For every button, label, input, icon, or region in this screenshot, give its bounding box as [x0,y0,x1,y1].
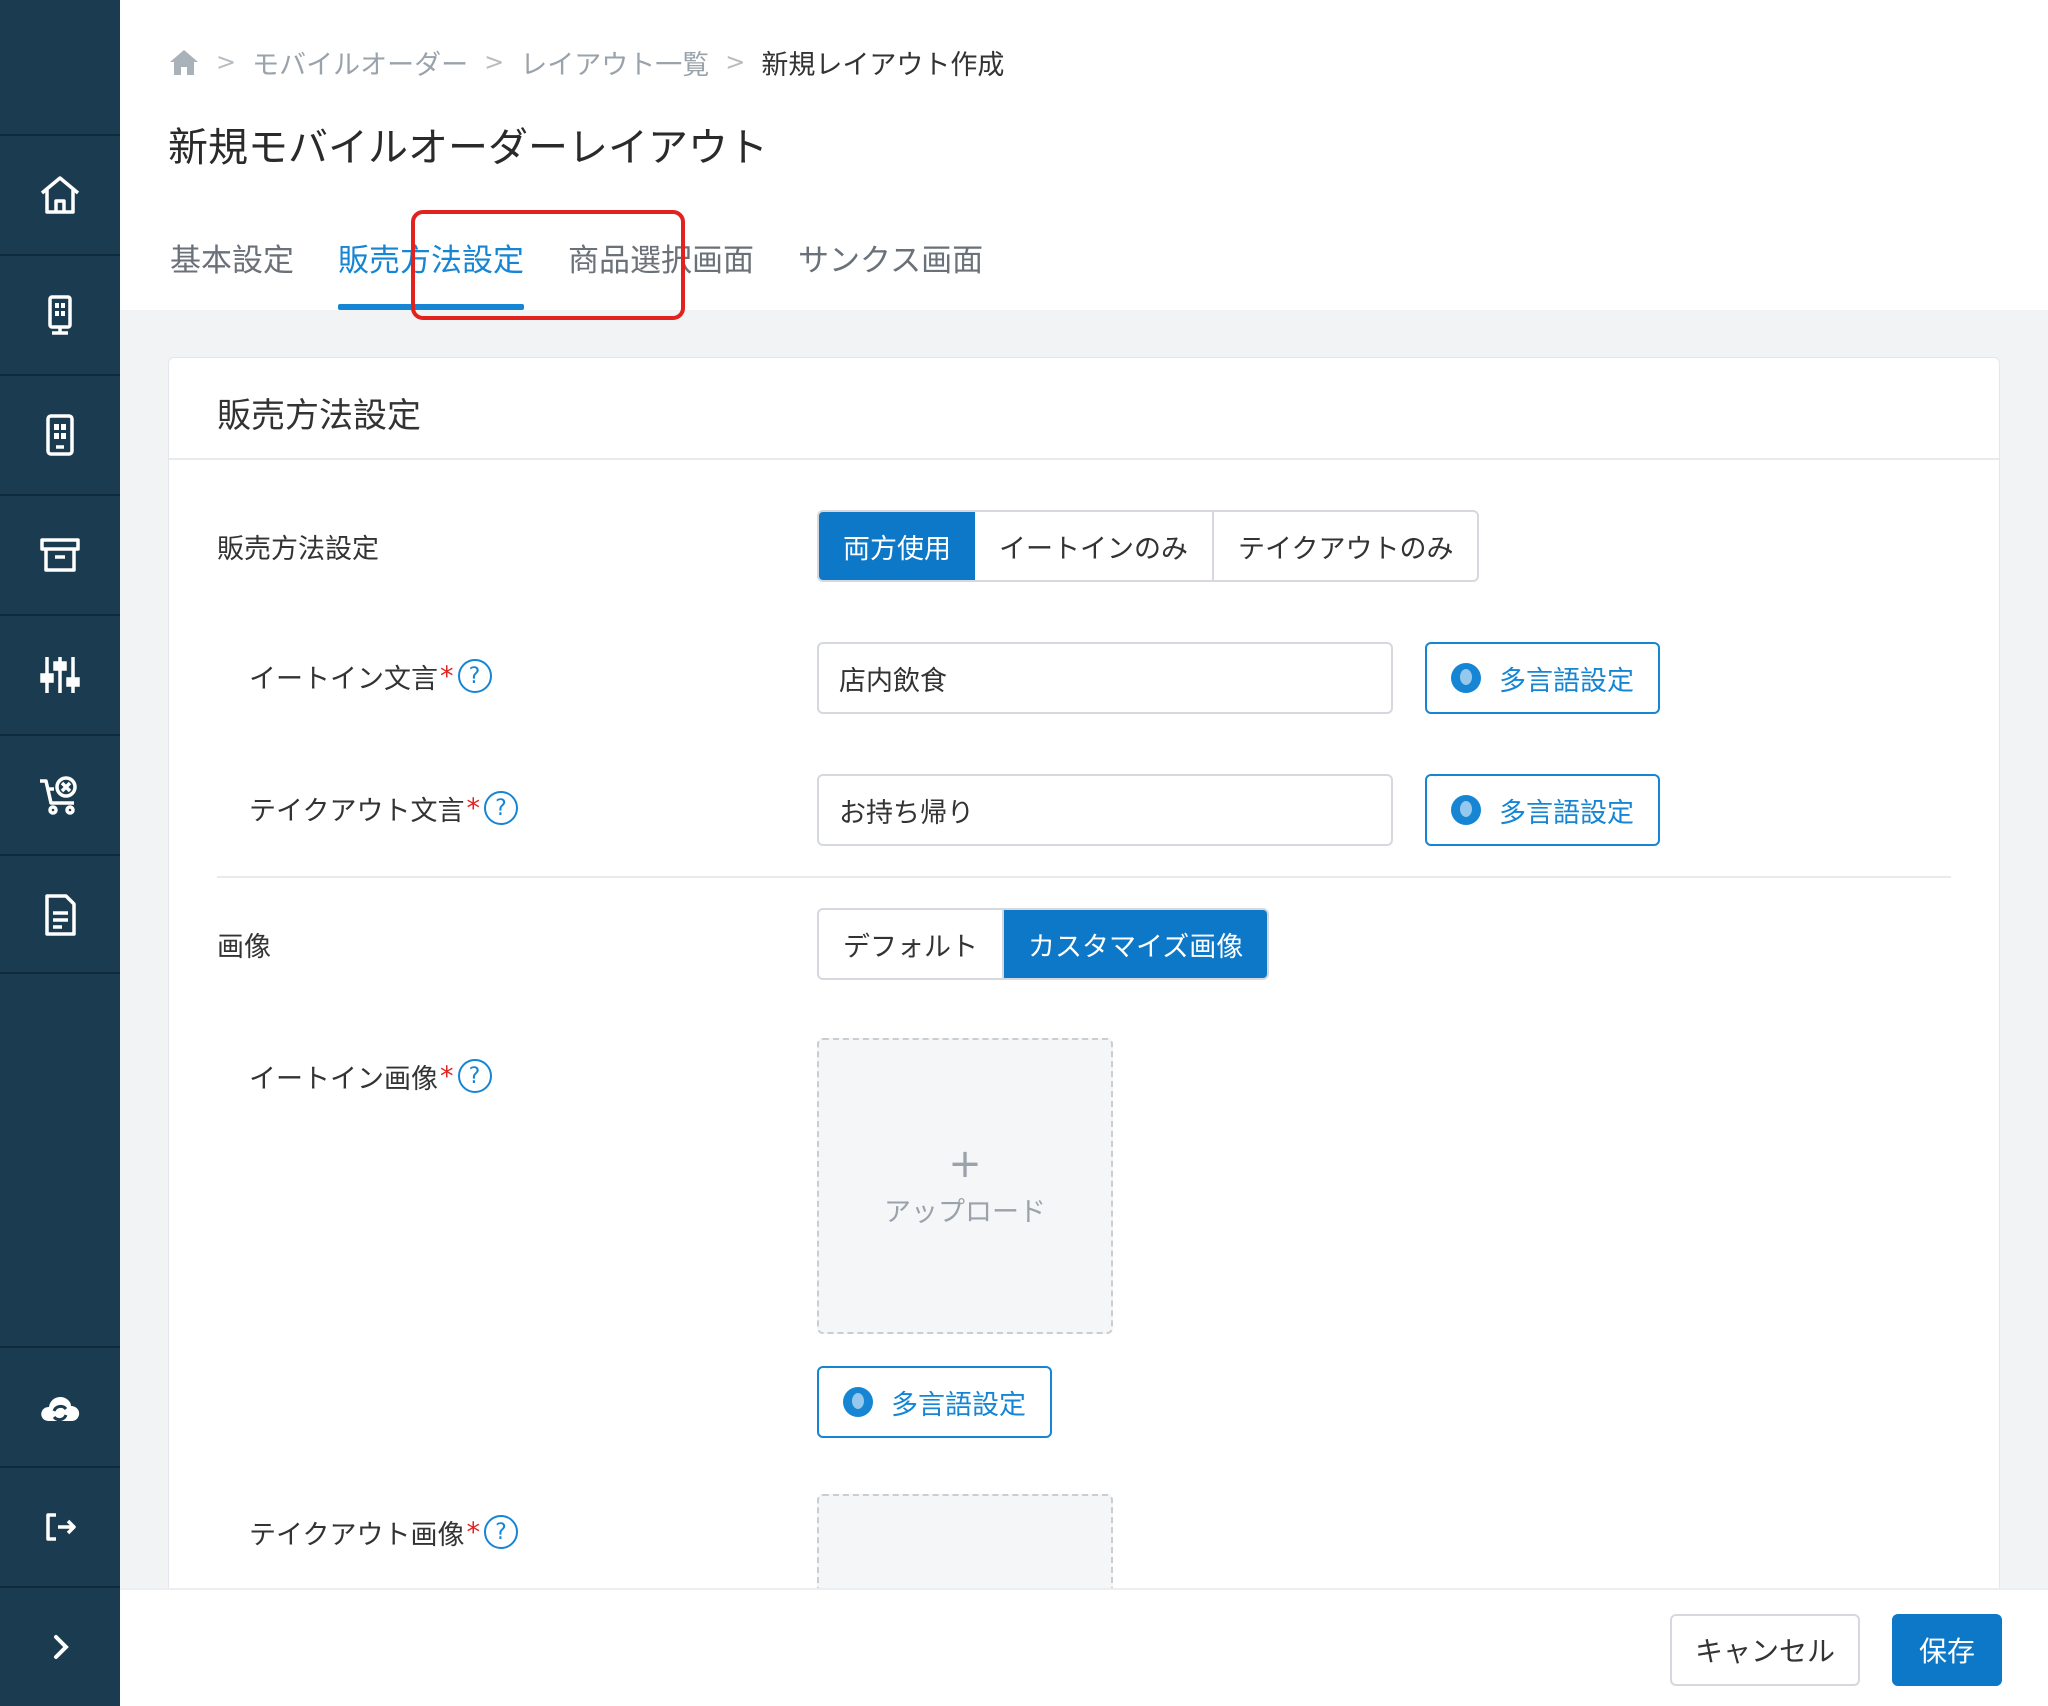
chevron-right-icon [54,1635,69,1659]
sidebar-item-kiosk[interactable] [0,254,120,374]
logout-icon [46,1513,76,1541]
tab-basic-settings[interactable]: 基本設定 [148,232,316,310]
breadcrumb: > モバイルオーダー > レイアウト一覧 > 新規レイアウト作成 [168,42,1004,82]
sales-method-card: 販売方法設定 販売方法設定 両方使用 イートインのみ テイクアウトのみ イートイ… [168,357,2000,1706]
eat-in-text-input[interactable]: 店内飲食 [817,642,1393,714]
tablet-icon [46,414,74,456]
home-icon [40,176,80,214]
footer-action-bar: キャンセル 保存 [120,1588,2048,1706]
sales-method-option-both[interactable]: 両方使用 [819,512,975,580]
breadcrumb-item-layout-list[interactable]: レイアウト一覧 [520,43,709,82]
eat-in-image-upload[interactable]: + アップロード [817,1038,1113,1334]
image-option-custom[interactable]: カスタマイズ画像 [1004,910,1268,978]
tab-highlight-annotation [411,210,685,320]
tab-thanks-screen[interactable]: サンクス画面 [776,232,1005,310]
breadcrumb-home-link[interactable] [168,47,200,77]
globe-icon [1451,663,1481,693]
multilang-button-label: 多言語設定 [1499,665,1634,697]
help-icon[interactable]: ? [457,659,492,693]
sidebar-item-logout[interactable] [0,1466,120,1586]
multilang-button-label: 多言語設定 [891,1389,1026,1421]
eat-in-text-label-text: イートイン文言 [249,663,438,695]
eat-in-text-label: イートイン文言 * ? [249,656,492,696]
card-title: 販売方法設定 [217,396,421,436]
sidebar-item-cart[interactable] [0,734,120,854]
card-divider [169,458,1999,460]
eat-in-image-label-text: イートイン画像 [249,1063,438,1095]
sidebar-item-settings[interactable] [0,614,120,734]
sales-method-option-takeout[interactable]: テイクアウトのみ [1214,512,1477,580]
takeout-image-label-text: テイクアウト画像 [249,1519,465,1551]
eat-in-text-multilang-button[interactable]: 多言語設定 [1425,642,1660,714]
globe-icon [1451,795,1481,825]
home-icon [170,50,198,75]
breadcrumb-item-mobile-order[interactable]: モバイルオーダー [252,43,468,82]
plus-icon: + [948,1140,982,1187]
sidebar-item-sync[interactable] [0,1346,120,1466]
section-divider [217,876,1951,878]
document-icon [45,894,76,936]
sliders-icon [40,657,80,693]
page-header: > モバイルオーダー > レイアウト一覧 > 新規レイアウト作成 新規モバイルオ… [120,0,2048,320]
required-mark: * [466,792,480,824]
image-option-default[interactable]: デフォルト [819,910,1004,978]
cancel-button[interactable]: キャンセル [1670,1614,1860,1686]
sidebar-item-archive[interactable] [0,494,120,614]
sidebar-item-document[interactable] [0,854,120,974]
sales-method-segmented: 両方使用 イートインのみ テイクアウトのみ [817,510,1480,582]
sales-method-option-eat-in[interactable]: イートインのみ [975,512,1214,580]
help-icon[interactable]: ? [457,1059,492,1093]
takeout-text-input[interactable]: お持ち帰り [817,774,1393,846]
sales-method-label: 販売方法設定 [217,533,379,565]
breadcrumb-separator: > [484,48,505,76]
page-title: 新規モバイルオーダーレイアウト [168,125,768,171]
upload-label: アップロード [884,1196,1046,1228]
image-label: 画像 [217,931,271,963]
required-mark: * [466,1516,480,1548]
archive-icon [40,538,80,572]
eat-in-image-label: イートイン画像 * ? [249,1056,492,1096]
sidebar-item-tablet[interactable] [0,374,120,494]
eat-in-image-multilang-button[interactable]: 多言語設定 [817,1366,1052,1438]
breadcrumb-separator: > [216,48,237,76]
sidebar [0,0,120,1706]
sidebar-item-home[interactable] [0,134,120,254]
help-icon[interactable]: ? [483,791,518,825]
takeout-text-multilang-button[interactable]: 多言語設定 [1425,774,1660,846]
kiosk-icon [48,295,72,335]
breadcrumb-separator: > [725,48,746,76]
globe-icon [843,1387,873,1417]
cloud-sync-icon [41,1397,80,1422]
takeout-text-label-text: テイクアウト文言 [249,795,465,827]
help-icon[interactable]: ? [483,1515,518,1549]
cart-cancel-icon [40,776,77,815]
takeout-image-label: テイクアウト画像 * ? [249,1512,518,1552]
image-segmented: デフォルト カスタマイズ画像 [817,908,1270,980]
required-mark: * [440,1060,454,1092]
save-button[interactable]: 保存 [1892,1614,2002,1686]
required-mark: * [440,660,454,692]
breadcrumb-current: 新規レイアウト作成 [761,49,1005,81]
takeout-text-label: テイクアウト文言 * ? [249,788,518,828]
multilang-button-label: 多言語設定 [1499,797,1634,829]
sidebar-expand-button[interactable] [0,1586,120,1706]
